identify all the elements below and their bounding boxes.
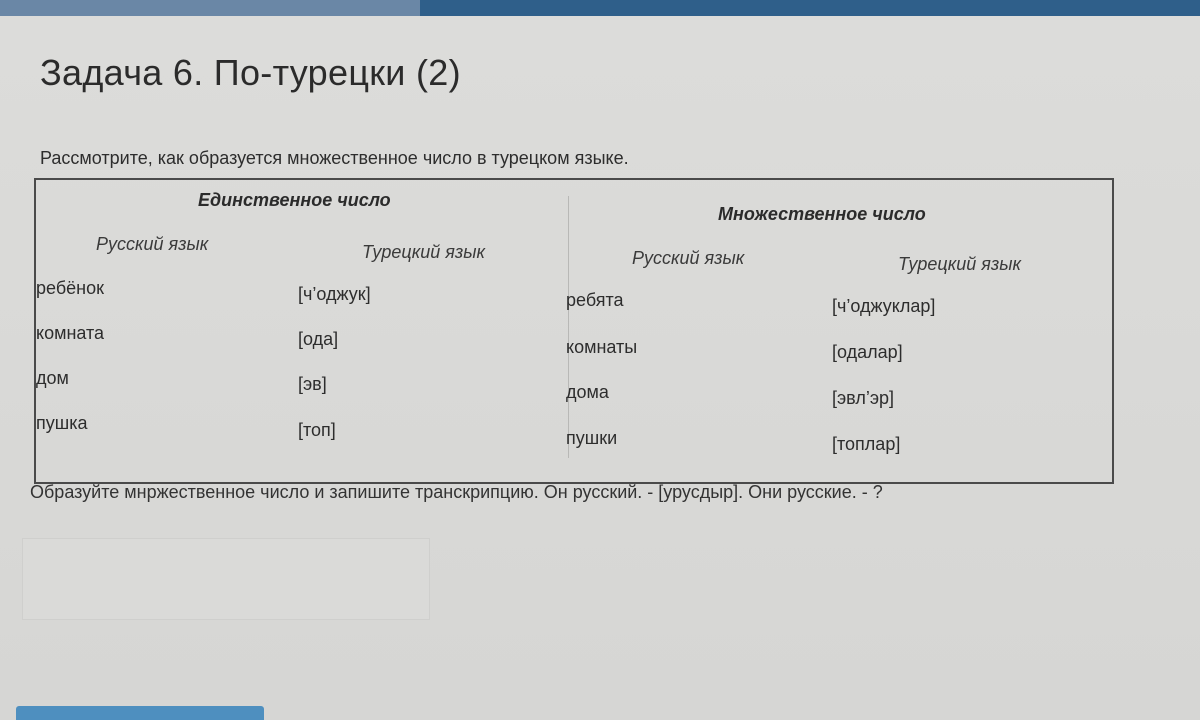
cell-sg-ru: ребёнок <box>36 278 104 298</box>
cell-pl-ru: пушки <box>566 428 618 448</box>
cell-sg-tr: [эв] <box>298 374 327 394</box>
plural-header: Множественное число <box>718 204 926 224</box>
cell-pl-ru: ребята <box>566 290 624 310</box>
cell-pl-tr: [ч’оджуклар] <box>832 296 936 316</box>
plural-table: Единственное число Множественное число Р… <box>34 178 1114 484</box>
task-instruction: Рассмотрите, как образуется множественно… <box>40 148 629 168</box>
top-bar-highlight <box>0 0 420 16</box>
col-header-pl-ru: Русский язык <box>632 248 745 268</box>
cell-sg-ru: пушка <box>36 413 88 433</box>
answer-input[interactable] <box>22 538 430 620</box>
cell-sg-tr: [ода] <box>298 329 339 349</box>
cell-sg-tr: [топ] <box>298 420 336 440</box>
task-page: Задача 6. По-турецки (2) Рассмотрите, ка… <box>0 16 1200 720</box>
col-header-sg-tr: Турецкий язык <box>362 242 485 262</box>
singular-header: Единственное число <box>198 190 391 210</box>
cell-pl-tr: [одалар] <box>832 342 903 362</box>
cell-pl-tr: [топлар] <box>832 434 901 454</box>
task-title: Задача 6. По-турецки (2) <box>40 52 461 93</box>
task-question: Образуйте мнржественное число и запишите… <box>30 482 883 502</box>
cell-pl-ru: дома <box>566 382 609 402</box>
cell-pl-tr: [эвл’эр] <box>832 388 895 408</box>
cell-sg-ru: дом <box>36 368 69 388</box>
col-header-sg-ru: Русский язык <box>96 234 209 254</box>
browser-top-bar <box>0 0 1200 16</box>
submit-button[interactable] <box>16 706 264 720</box>
cell-sg-ru: комната <box>36 323 105 343</box>
cell-pl-ru: комнаты <box>566 337 638 357</box>
table-group-divider <box>568 196 569 458</box>
cell-sg-tr: [ч’оджук] <box>298 284 371 304</box>
col-header-pl-tr: Турецкий язык <box>898 254 1021 274</box>
